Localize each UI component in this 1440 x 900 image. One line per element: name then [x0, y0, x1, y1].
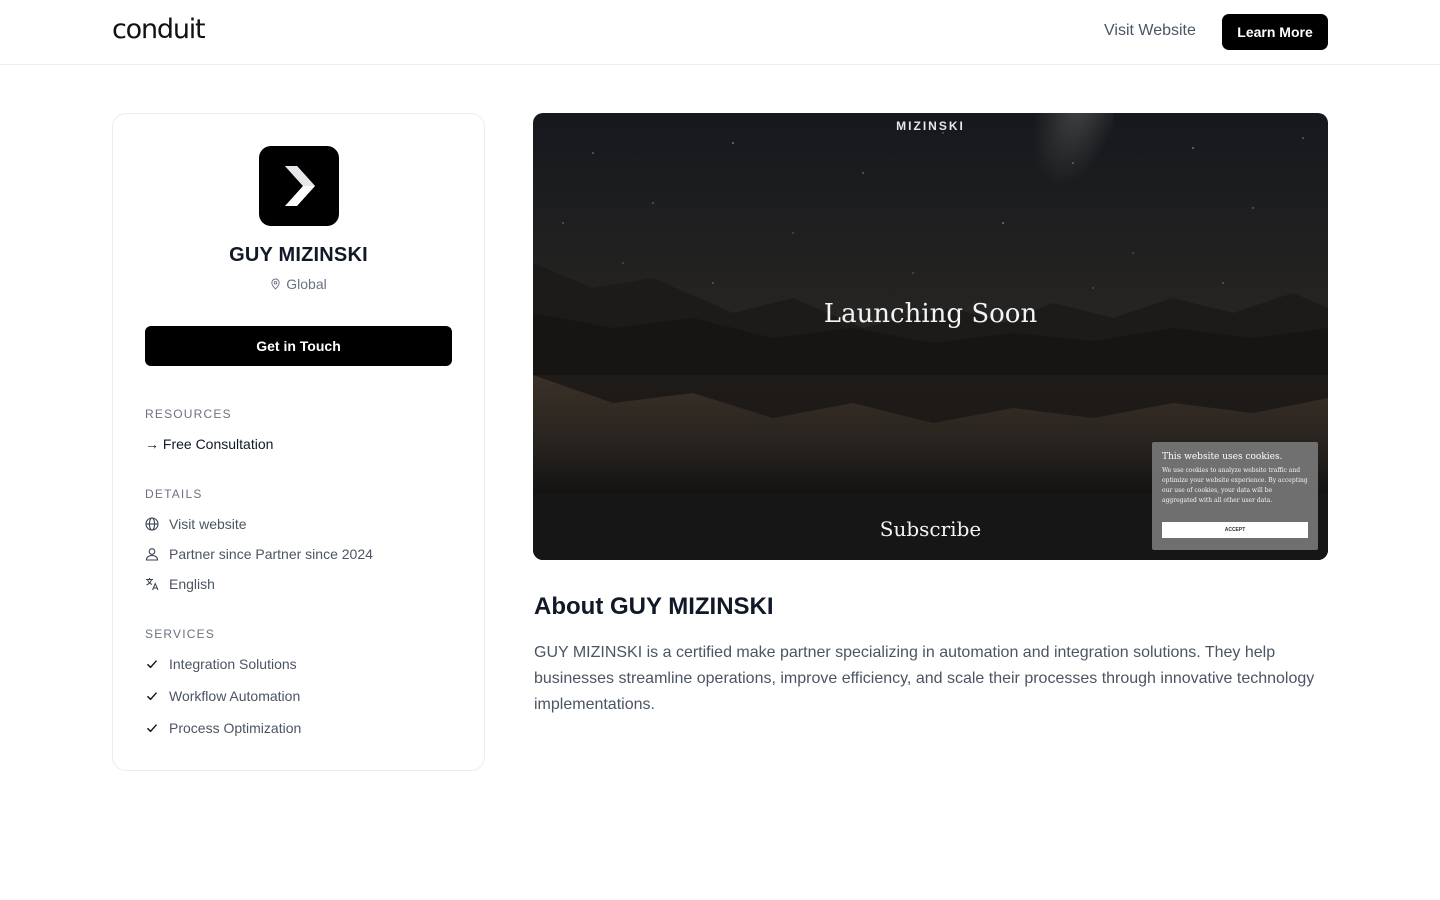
- learn-more-button[interactable]: Learn More: [1222, 14, 1328, 50]
- chevron-right-icon: [285, 166, 315, 206]
- service-label: Workflow Automation: [169, 688, 301, 704]
- partner-location: Global: [113, 276, 484, 292]
- preview-brand-text: MIZINSKI: [896, 119, 965, 133]
- details-heading: DETAILS: [145, 487, 203, 501]
- service-item: Integration Solutions: [145, 656, 297, 672]
- conduit-logo[interactable]: conduit: [112, 14, 206, 45]
- map-pin-icon: [271, 278, 280, 290]
- preview-headline: Launching Soon: [823, 299, 1038, 329]
- check-icon: [147, 692, 158, 701]
- services-heading: SERVICES: [145, 627, 216, 641]
- visit-website-detail-link[interactable]: Visit website: [169, 516, 247, 532]
- location-label: Global: [286, 276, 327, 292]
- service-item: Workflow Automation: [145, 688, 300, 704]
- check-icon: [147, 660, 158, 669]
- about-description: GUY MIZINSKI is a certified make partner…: [534, 644, 1315, 713]
- partner-name: GUY MIZINSKI: [229, 244, 368, 266]
- preview-cookie-banner: This website uses cookies. We use cookie…: [1152, 442, 1318, 550]
- details-language-row: English: [145, 576, 215, 592]
- top-navigation-bar: conduit Visit Website Learn More: [0, 0, 1440, 65]
- cookie-body: We use cookies to analyze website traffi…: [1162, 467, 1308, 504]
- service-label: Integration Solutions: [169, 656, 297, 672]
- language-label: English: [169, 576, 215, 592]
- details-website-row: Visit website: [145, 516, 247, 532]
- cookie-title: This website uses cookies.: [1162, 452, 1283, 462]
- website-preview-screenshot[interactable]: MIZINSKI Launching Soon Subscribe This w…: [533, 113, 1328, 560]
- check-icon: [147, 724, 158, 733]
- get-in-touch-button[interactable]: Get in Touch: [145, 326, 452, 366]
- partner-logo: [259, 146, 339, 226]
- user-badge-icon: [145, 548, 159, 561]
- visit-website-link[interactable]: Visit Website: [1104, 22, 1196, 40]
- globe-icon: [145, 517, 159, 531]
- service-label: Process Optimization: [169, 720, 302, 736]
- details-partner-row: Partner since Partner since 2024: [145, 546, 373, 562]
- service-item: Process Optimization: [145, 720, 301, 736]
- free-consultation-link[interactable]: → Free Consultation: [145, 436, 273, 452]
- translate-icon: [146, 578, 159, 591]
- cookie-accept-button: ACCEPT: [1162, 522, 1308, 538]
- resources-heading: RESOURCES: [145, 407, 232, 421]
- partner-profile-card: GUY MIZINSKI Global Get in Touch RESOURC…: [112, 113, 485, 771]
- about-heading: About GUY MIZINSKI: [534, 593, 774, 620]
- partner-since-label: Partner since Partner since 2024: [169, 546, 373, 562]
